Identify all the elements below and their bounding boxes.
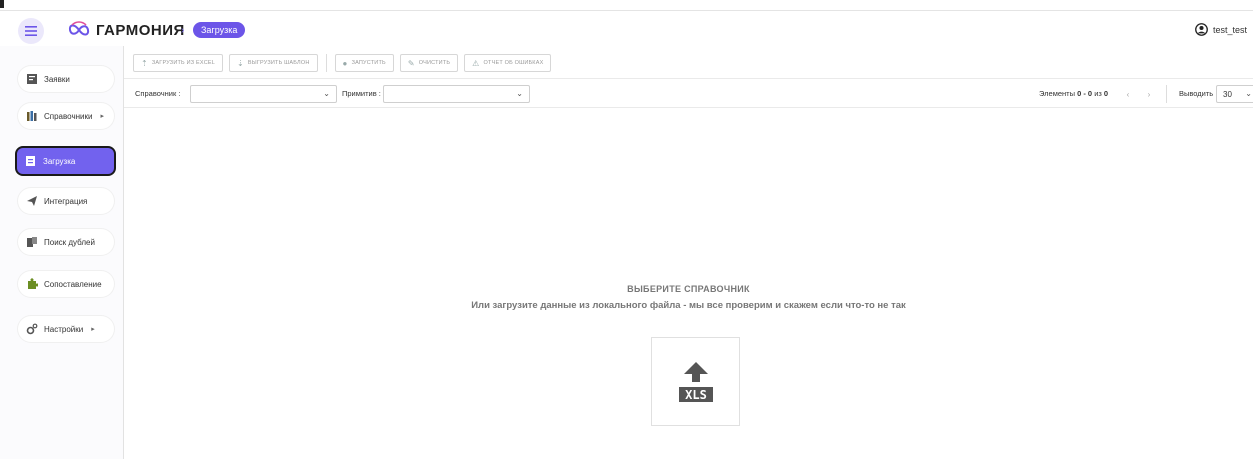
duplicates-icon [27, 237, 37, 247]
toolbar: ⇡ ЗАГРУЗИТЬ ИЗ EXCEL ⇣ ВЫГРУЗИТЬ ШАБЛОН … [133, 53, 557, 73]
run-label: ЗАПУСТИТЬ [351, 60, 386, 66]
xls-upload-icon: XLS [678, 361, 713, 402]
elements-total: 0 [1103, 89, 1109, 98]
expand-arrow-icon: ▸ [100, 113, 104, 120]
reference-select[interactable]: ⌄ [190, 85, 337, 103]
prev-page-button[interactable]: ‹ [1120, 86, 1136, 102]
sidebar-item-label: Поиск дублей [44, 237, 95, 247]
puzzle-icon [28, 278, 38, 289]
chevron-down-icon: ⌄ [516, 89, 523, 98]
xls-text: XLS [685, 388, 707, 402]
clear-button[interactable]: ✎ ОЧИСТИТЬ [399, 54, 459, 72]
perpage-select[interactable]: 30 ⌄ [1216, 85, 1253, 103]
primitive-select[interactable]: ⌄ [383, 85, 530, 103]
upload-icon: ⇡ [141, 58, 148, 68]
document-icon [27, 74, 37, 84]
perpage-label: Выводить [1179, 89, 1214, 98]
breadcrumb-separator: › [181, 25, 185, 36]
logo-icon [68, 21, 90, 36]
run-button[interactable]: ● ЗАПУСТИТЬ [334, 54, 394, 72]
empty-state-title: ВЫБЕРИТЕ СПРАВОЧНИК [627, 284, 750, 294]
paper-plane-icon [27, 196, 37, 206]
sidebar-item-label: Загрузка [43, 156, 76, 166]
sidebar-item-label: Справочники [44, 111, 93, 121]
sidebar-item-upload[interactable]: Загрузка [17, 148, 114, 174]
sidebar-item-settings[interactable]: Настройки ▸ [18, 316, 114, 342]
hamburger-icon [25, 26, 37, 36]
app-name: ГАРМОНИЯ [96, 21, 185, 39]
export-template-label: ВЫГРУЗИТЬ ШАБЛОН [247, 60, 310, 66]
load-excel-label: ЗАГРУЗИТЬ ИЗ EXCEL [151, 60, 216, 66]
clear-label: ОЧИСТИТЬ [418, 60, 451, 66]
app-window: ГАРМОНИЯ › Загрузка test_test Заявки Спр… [0, 0, 1253, 459]
gears-icon [26, 323, 38, 335]
sidebar-item-label: Интеграция [44, 196, 88, 206]
sidebar-item-label: Настройки [44, 324, 84, 334]
sidebar-item-integration[interactable]: Интеграция [18, 188, 114, 214]
sidebar: Заявки Справочники ▸ Загрузка Интеграция… [0, 46, 124, 459]
books-icon [27, 111, 37, 121]
elements-label: Элементы [1039, 89, 1075, 98]
sidebar-item-label: Заявки [44, 74, 70, 84]
window-corner-mark [0, 0, 4, 8]
sidebar-item-matching[interactable]: Сопоставление [18, 271, 114, 297]
sidebar-item-label: Сопоставление [44, 279, 102, 289]
download-icon: ⇣ [237, 58, 244, 68]
upload-doc-icon [26, 156, 35, 166]
sidebar-item-duplicates[interactable]: Поиск дублей [18, 229, 114, 255]
top-header: ГАРМОНИЯ › Загрузка test_test [0, 10, 1253, 46]
load-excel-button[interactable]: ⇡ ЗАГРУЗИТЬ ИЗ EXCEL [133, 54, 224, 72]
error-report-button[interactable]: ⚠ ОТЧЕТ ОБ ОШИБКАХ [464, 54, 552, 72]
perpage-value: 30 [1223, 90, 1232, 99]
app-logo[interactable]: ГАРМОНИЯ [68, 17, 185, 43]
export-template-button[interactable]: ⇣ ВЫГРУЗИТЬ ШАБЛОН [229, 54, 318, 72]
empty-state-subtitle: Или загрузите данные из локального файла… [471, 300, 906, 311]
chevron-down-icon: ⌄ [323, 89, 330, 98]
warning-icon: ⚠ [472, 58, 480, 68]
menu-toggle-button[interactable] [18, 18, 44, 44]
user-icon [1195, 23, 1208, 36]
sidebar-item-requests[interactable]: Заявки [18, 66, 114, 92]
eraser-icon: ✎ [407, 58, 415, 68]
reference-label: Справочник : [135, 89, 181, 98]
user-name: test_test [1212, 24, 1247, 35]
breadcrumb-current[interactable]: Загрузка [193, 22, 246, 38]
play-icon: ● [342, 58, 348, 68]
pager-divider [1166, 85, 1167, 103]
sidebar-item-references[interactable]: Справочники ▸ [18, 103, 114, 129]
next-page-button[interactable]: › [1141, 86, 1157, 102]
elements-of: из [1094, 89, 1102, 98]
elements-counter: Элементы 0 - 0 из 0 [1039, 89, 1108, 98]
chevron-down-icon: ⌄ [1245, 89, 1252, 98]
toolbar-divider [325, 54, 327, 72]
xls-upload-button[interactable]: XLS [651, 337, 740, 426]
error-report-label: ОТЧЕТ ОБ ОШИБКАХ [483, 60, 544, 66]
filter-bar: Справочник : ⌄ Примитив : ⌄ Элементы 0 -… [124, 78, 1253, 108]
user-menu[interactable]: test_test [1195, 23, 1247, 36]
primitive-label: Примитив : [342, 89, 381, 98]
elements-range: 0 - 0 [1077, 89, 1093, 98]
expand-arrow-icon: ▸ [91, 326, 95, 333]
